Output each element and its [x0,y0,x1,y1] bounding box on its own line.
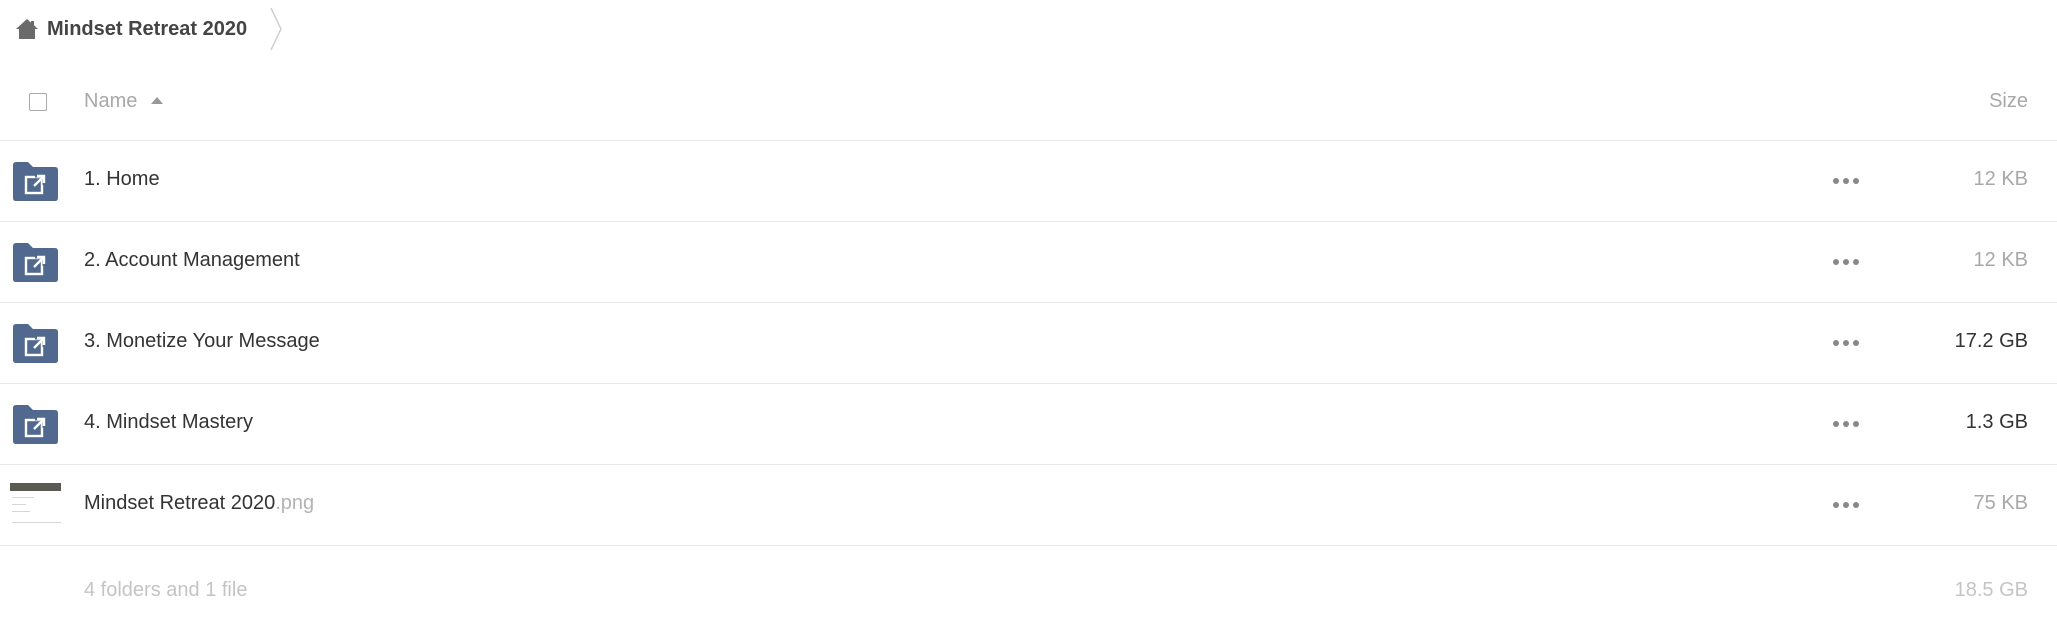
file-name[interactable]: 3. Monetize Your Message [84,330,320,353]
summary-count: 4 folders and 1 file [84,579,248,601]
file-name-text: 2. Account Management [84,249,300,271]
more-options-icon[interactable] [1833,499,1859,511]
summary-total-size: 18.5 GB [1954,579,2028,601]
file-size: 1.3 GB [1965,411,2028,433]
more-options-icon[interactable] [1833,337,1859,349]
image-thumbnail [10,483,61,533]
file-name-text: 4. Mindset Mastery [84,411,253,433]
file-size: 12 KB [1973,249,2028,271]
file-name[interactable]: Mindset Retreat 2020.png [84,492,314,515]
file-list-summary: 4 folders and 1 file 18.5 GB [0,575,2057,615]
file-name[interactable]: 1. Home [84,168,160,191]
chevron-right-icon [269,6,285,52]
select-all-checkbox[interactable] [29,93,47,111]
file-name[interactable]: 4. Mindset Mastery [84,411,253,434]
shared-folder-icon [13,161,58,201]
name-column-label: Name [84,90,138,112]
breadcrumb-current[interactable]: Mindset Retreat 2020 [47,18,247,41]
more-options-icon[interactable] [1833,175,1859,187]
more-options-icon[interactable] [1833,256,1859,268]
file-name-text: Mindset Retreat 2020 [84,492,276,514]
shared-folder-icon [13,242,58,282]
file-extension: .png [275,492,315,514]
shared-folder-icon [13,404,58,444]
file-size: 17.2 GB [1954,330,2028,352]
file-size: 75 KB [1973,492,2028,514]
home-icon[interactable] [14,16,40,42]
table-row[interactable]: 2. Account Management 12 KB [0,222,2057,303]
name-column-header[interactable]: Name [84,90,164,113]
file-list: 1. Home 12 KB 2. Account Management 12 K… [0,141,2057,546]
breadcrumb: Mindset Retreat 2020 [0,0,285,58]
file-name-text: 3. Monetize Your Message [84,330,320,352]
file-list-header: Name Size [0,72,2057,141]
more-options-icon[interactable] [1833,418,1859,430]
file-name[interactable]: 2. Account Management [84,249,300,272]
table-row[interactable]: 4. Mindset Mastery 1.3 GB [0,384,2057,465]
size-column-header[interactable]: Size [1989,90,2028,113]
table-row[interactable]: Mindset Retreat 2020.png 75 KB [0,465,2057,546]
sort-ascending-icon [151,97,164,104]
file-name-text: 1. Home [84,168,160,190]
table-row[interactable]: 3. Monetize Your Message 17.2 GB [0,303,2057,384]
file-size: 12 KB [1973,168,2028,190]
table-row[interactable]: 1. Home 12 KB [0,141,2057,222]
shared-folder-icon [13,323,58,363]
